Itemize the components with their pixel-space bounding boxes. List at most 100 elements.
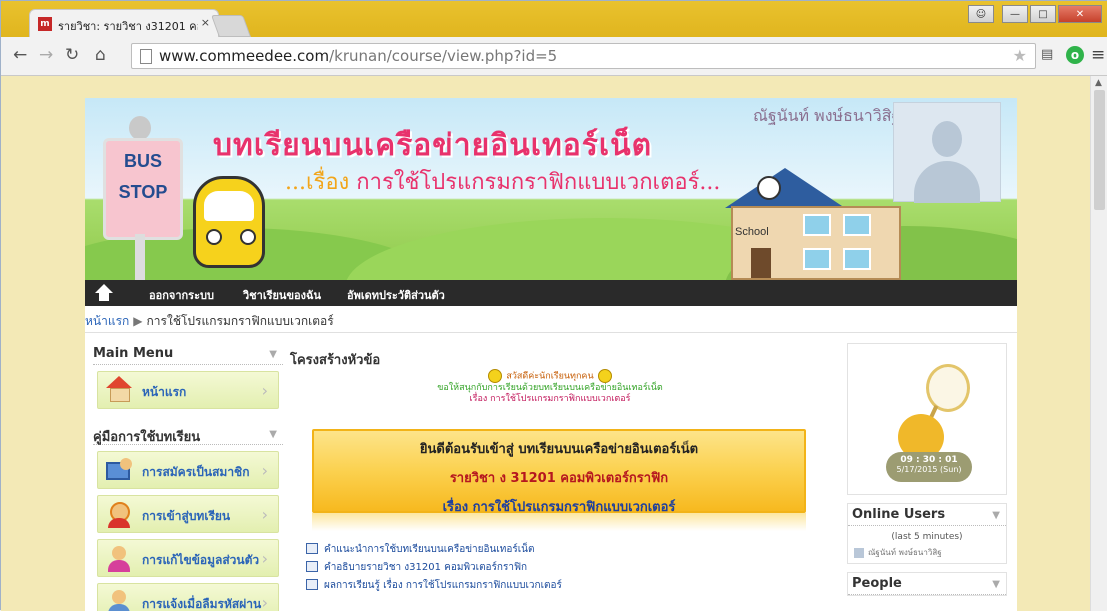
window-controls: ☺ — □ ✕	[968, 5, 1102, 23]
resource-link[interactable]: คำแนะนำการใช้บทเรียนบนเครือข่ายอินเทอร์เ…	[324, 542, 535, 557]
menu-item-label: การแจ้งเมื่อลืมรหัสผ่าน	[142, 597, 262, 611]
online-user-name[interactable]: ณัฐนันท์ พงษ์ธนาวิสิฐ	[868, 546, 942, 559]
menu-item-label: การสมัครเป็นสมาชิก	[142, 465, 250, 479]
bookmark-star-icon[interactable]: ★	[1013, 46, 1027, 65]
tab-close-button[interactable]: ×	[201, 16, 210, 29]
main-menu-header[interactable]: Main Menu ▼	[93, 343, 283, 365]
people-title: People	[852, 576, 902, 591]
stop-text: STOP	[118, 182, 168, 202]
menu-icon[interactable]: ≡	[1091, 45, 1105, 65]
online-users-block: Online Users ▼ (last 5 minutes) ณัฐนันท์ …	[847, 503, 1007, 564]
collapse-icon[interactable]: ▼	[269, 349, 277, 360]
extension-icon[interactable]: o	[1066, 46, 1084, 64]
online-users-header[interactable]: Online Users ▼	[848, 504, 1006, 526]
menu-item-register[interactable]: การสมัครเป็นสมาชิก ›	[97, 451, 279, 489]
scroll-thumb[interactable]	[1094, 90, 1105, 210]
person-icon	[104, 588, 134, 611]
online-users-title: Online Users	[852, 507, 946, 522]
smiley-icon	[488, 369, 503, 383]
banner-subtitle: ...เรื่อง การใช้โปรแกรมกราฟิกแบบเวกเตอร์…	[285, 164, 720, 199]
welcome-line-1: ยินดีต้อนรับเข้าสู่ บทเรียนบนเครือข่ายอิ…	[419, 442, 699, 457]
collapse-icon[interactable]: ▼	[269, 429, 277, 440]
clock-icon	[757, 176, 781, 200]
chevron-right-icon: ›	[261, 461, 268, 480]
nav-my-courses[interactable]: วิชาเรียนของฉัน	[243, 286, 321, 304]
breadcrumb-current: การใช้โปรแกรมกราฟิกแบบเวกเตอร์	[146, 314, 334, 328]
title-bar: m รายวิชา: รายวิชา ง31201 คอ × ☺ — □ ✕	[1, 1, 1107, 37]
chevron-right-icon: ›	[261, 505, 268, 524]
translate-icon[interactable]: ▤	[1041, 47, 1053, 62]
bus-stop-sign: BUS STOP	[103, 138, 183, 240]
sign-pole	[135, 234, 145, 280]
collapse-icon[interactable]: ▼	[992, 579, 1000, 590]
close-window-button[interactable]: ✕	[1058, 5, 1102, 23]
menu-item-label: การแก้ไขข้อมูลส่วนตัว	[142, 553, 260, 567]
moodle-page: BUS STOP บทเรียนบนเครือข่ายอินเทอร์เน็ต …	[85, 98, 1017, 611]
menu-item-forgot-password[interactable]: การแจ้งเมื่อลืมรหัสผ่าน ›	[97, 583, 279, 611]
url-path: /krunan/course/view.php?id=5	[329, 47, 558, 65]
back-button[interactable]: ←	[13, 45, 27, 65]
menu-item-edit-profile[interactable]: การแก้ไขข้อมูลส่วนตัว ›	[97, 539, 279, 577]
maximize-button[interactable]: □	[1030, 5, 1056, 23]
clock-badge: 09 : 30 : 01 5/17/2015 (Sun)	[886, 452, 972, 482]
page-icon	[306, 561, 318, 572]
people-header[interactable]: People ▼	[848, 573, 1006, 595]
browser-tab[interactable]: m รายวิชา: รายวิชา ง31201 คอ ×	[29, 9, 219, 37]
minimize-button[interactable]: —	[1002, 5, 1028, 23]
nav-update-profile[interactable]: อัพเดทประวัติส่วนตัว	[347, 286, 445, 304]
clock-block: 09 : 30 : 01 5/17/2015 (Sun)	[847, 343, 1007, 495]
nav-logout[interactable]: ออกจากระบบ	[149, 286, 214, 304]
menu-item-enter-lesson[interactable]: การเข้าสู่บทเรียน ›	[97, 495, 279, 533]
banner-subtitle-text: การใช้โปรแกรมกราฟิกแบบเวกเตอร์...	[356, 170, 721, 195]
page-icon	[140, 49, 152, 64]
resource-link[interactable]: คำอธิบายรายวิชา ง31201 คอมพิวเตอร์กราฟิก	[324, 560, 527, 575]
page-icon	[306, 543, 318, 554]
greeting-line-3: เรื่อง การใช้โปรแกรมกราฟิกแบบเวกเตอร์	[469, 394, 631, 404]
welcome-shadow	[312, 513, 806, 531]
school-label: School	[735, 226, 769, 238]
school-illustration: School	[725, 168, 905, 280]
chevron-right-icon: ›	[261, 549, 268, 568]
top-navbar: ออกจากระบบ วิชาเรียนของฉัน อัพเดทประวัติ…	[85, 280, 1017, 306]
forward-button[interactable]: →	[39, 45, 53, 65]
house-icon	[104, 376, 134, 404]
clock-time: 09 : 30 : 01	[900, 455, 958, 465]
browser-window: m รายวิชา: รายวิชา ง31201 คอ × ☺ — □ ✕ ←…	[0, 0, 1107, 611]
collapse-icon[interactable]: ▼	[992, 510, 1000, 521]
site-banner: BUS STOP บทเรียนบนเครือข่ายอินเทอร์เน็ต …	[85, 98, 1017, 280]
address-bar[interactable]: www.commeedee.com/krunan/course/view.php…	[131, 43, 1036, 69]
page-viewport: BUS STOP บทเรียนบนเครือข่ายอินเทอร์เน็ต …	[1, 76, 1090, 611]
url-text: www.commeedee.com/krunan/course/view.php…	[159, 47, 557, 65]
right-column: 09 : 30 : 01 5/17/2015 (Sun) Online User…	[847, 343, 1007, 596]
new-tab-button[interactable]	[210, 15, 252, 37]
tab-title: รายวิชา: รายวิชา ง31201 คอ	[58, 20, 198, 33]
teacher-name: ณัฐนันท์ พงษ์ธนาวิสิฐ	[753, 106, 901, 125]
user-avatar-icon	[854, 547, 864, 558]
greeting-line-1: สวัสดีค่ะนักเรียนทุกคน	[506, 371, 594, 382]
home-icon[interactable]	[95, 284, 113, 302]
online-user[interactable]: ณัฐนันท์ พงษ์ธนาวิสิฐ	[848, 542, 1006, 563]
sign-ball	[129, 116, 151, 140]
breadcrumb-home[interactable]: หน้าแรก	[85, 314, 129, 328]
menu-item-home[interactable]: หน้าแรก ›	[97, 371, 279, 409]
menu-item-label: หน้าแรก	[142, 385, 187, 399]
person-icon	[104, 544, 134, 572]
people-block: People ▼	[847, 572, 1007, 596]
user-icon[interactable]: ☺	[968, 5, 994, 23]
breadcrumb: หน้าแรก ▶ การใช้โปรแกรมกราฟิกแบบเวกเตอร์	[85, 312, 334, 331]
resource-link[interactable]: ผลการเรียนรู้ เรื่อง การใช้โปรแกรมกราฟิก…	[324, 578, 562, 593]
scroll-up-icon[interactable]: ▲	[1095, 78, 1102, 88]
vertical-scrollbar[interactable]: ▲	[1090, 76, 1107, 611]
bus-text: BUS	[123, 151, 162, 171]
online-users-subtitle: (last 5 minutes)	[891, 532, 963, 542]
section-title: โครงสร้างหัวข้อ	[290, 353, 381, 368]
banner-title: บทเรียนบนเครือข่ายอินเทอร์เน็ต	[213, 128, 653, 163]
breadcrumb-separator: ▶	[133, 314, 143, 328]
welcome-line-2: รายวิชา ง 31201 คอมพิวเตอร์กราฟิก	[449, 471, 669, 486]
home-button[interactable]: ⌂	[95, 45, 106, 65]
reload-button[interactable]: ↻	[65, 45, 79, 65]
bus-illustration	[193, 176, 265, 268]
browser-toolbar: ← → ↻ ⌂ www.commeedee.com/krunan/course/…	[1, 37, 1107, 76]
computer-user-icon	[104, 456, 134, 484]
guide-header[interactable]: คู่มือการใช้บทเรียน ▼	[93, 423, 283, 445]
